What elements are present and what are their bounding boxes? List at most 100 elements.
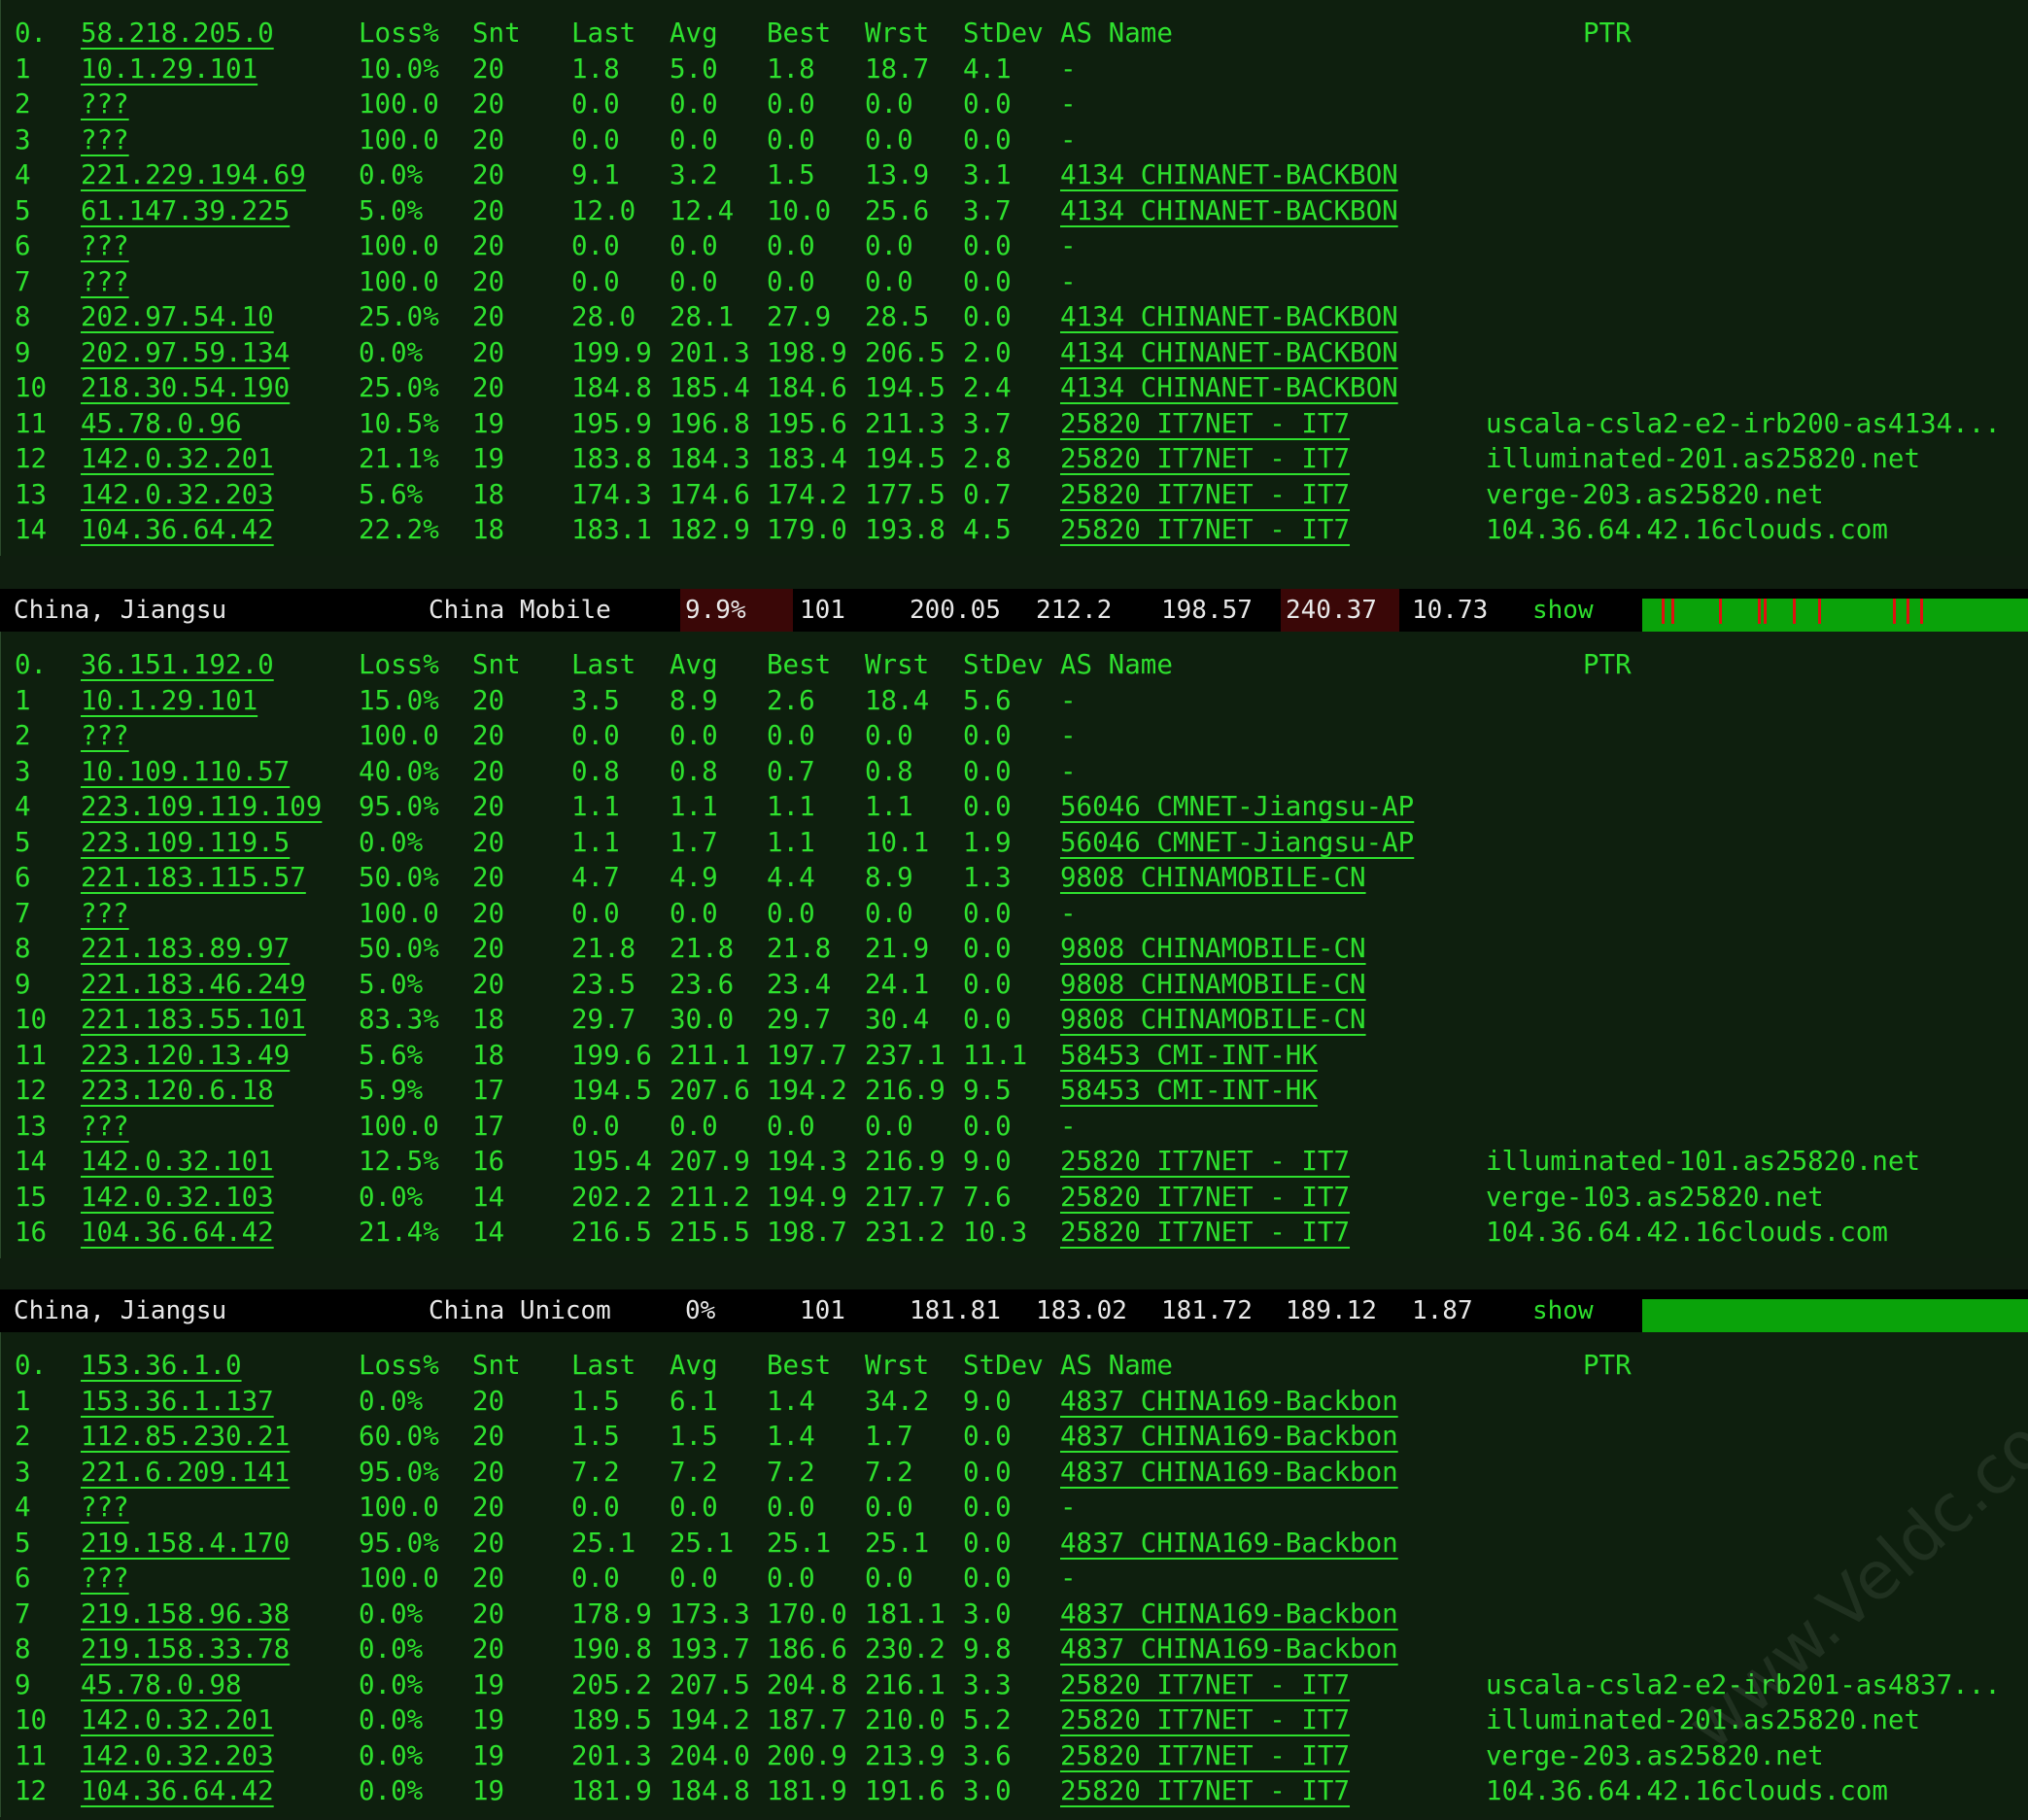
hop-as-name[interactable]: 4134 CHINANET-BACKBON [1060, 370, 1398, 406]
hop-ip-link[interactable]: 45.78.0.98 [81, 1667, 242, 1703]
hop-wrst: 230.2 [865, 1633, 945, 1665]
hop-ip-link[interactable]: 153.36.1.0 [81, 1348, 242, 1384]
hop-as-name[interactable]: 9808 CHINAMOBILE-CN [1060, 967, 1366, 1003]
hop-ip-link[interactable]: 45.78.0.96 [81, 406, 242, 442]
hop-ip-link[interactable]: 221.183.46.249 [81, 967, 306, 1003]
hop-ip-link[interactable]: 58.218.205.0 [81, 16, 274, 52]
hop-ip-link[interactable]: ??? [81, 264, 129, 300]
hop-as-name[interactable]: 25820 IT7NET - IT7 [1060, 1180, 1350, 1216]
hop-ip-link[interactable]: 104.36.64.42 [81, 1215, 274, 1251]
hop-ip-link[interactable]: 142.0.32.101 [81, 1144, 274, 1180]
hop-ip-link[interactable]: 221.183.115.57 [81, 860, 306, 896]
hop-ip-link[interactable]: 10.1.29.101 [81, 683, 258, 719]
show-button[interactable]: show [1532, 589, 1594, 632]
hop-ip-link[interactable]: ??? [81, 1490, 129, 1526]
hop-as-name[interactable]: 4837 CHINA169-Backbon [1060, 1419, 1398, 1455]
hop-ip-link[interactable]: ??? [81, 228, 129, 264]
hop-as-name[interactable]: 4134 CHINANET-BACKBON [1060, 193, 1398, 229]
hop-ip-link[interactable]: 61.147.39.225 [81, 193, 290, 229]
hop-row: 12 142.0.32.201 21.1% 19 183.8 184.3 183.4 194.… [1, 441, 2028, 477]
hop-loss: 100.0 [359, 265, 439, 297]
packet-loss-marker [1793, 599, 1796, 624]
hop-as-name[interactable]: 4837 CHINA169-Backbon [1060, 1526, 1398, 1562]
hop-as-name[interactable]: 56046 CMNET-Jiangsu-AP [1060, 789, 1414, 825]
hop-ip-link[interactable]: 202.97.54.10 [81, 299, 274, 335]
hop-index: 4 [15, 791, 31, 822]
hop-as-name[interactable]: 25820 IT7NET - IT7 [1060, 441, 1350, 477]
hop-stdev: 0.0 [963, 791, 1012, 822]
hop-index: 3 [15, 123, 31, 155]
hop-best: 1.4 [767, 1421, 815, 1452]
hop-as-name[interactable]: 25820 IT7NET - IT7 [1060, 477, 1350, 513]
hop-as-name[interactable]: 4837 CHINA169-Backbon [1060, 1455, 1398, 1491]
hop-ip-link[interactable]: 142.0.32.103 [81, 1180, 274, 1216]
hop-best: 179.0 [767, 514, 847, 545]
hop-ip-link[interactable]: ??? [81, 86, 129, 122]
hop-ip-link[interactable]: 104.36.64.42 [81, 1773, 274, 1809]
hop-ip-link[interactable]: 223.109.119.109 [81, 789, 322, 825]
hop-ip-link[interactable]: 218.30.54.190 [81, 370, 290, 406]
hop-as-name[interactable]: 25820 IT7NET - IT7 [1060, 1702, 1350, 1738]
show-button[interactable]: show [1532, 1289, 1594, 1332]
hop-ip-link[interactable]: 219.158.96.38 [81, 1597, 290, 1632]
hop-ip-link[interactable]: 142.0.32.203 [81, 477, 274, 513]
hop-wrst: 194.5 [865, 372, 945, 403]
hop-ip-link[interactable]: 221.183.55.101 [81, 1002, 306, 1038]
column-header-ptr: PTR [1583, 649, 1632, 680]
hop-avg: 1.7 [670, 826, 718, 858]
hop-ip-link[interactable]: 221.6.209.141 [81, 1455, 290, 1491]
hop-ip-link[interactable]: 104.36.64.42 [81, 512, 274, 548]
hop-ip-link[interactable]: 223.120.6.18 [81, 1073, 274, 1109]
hop-as-name[interactable]: 9808 CHINAMOBILE-CN [1060, 860, 1366, 896]
hop-as-name[interactable]: 25820 IT7NET - IT7 [1060, 512, 1350, 548]
hop-as-name[interactable]: 58453 CMI-INT-HK [1060, 1038, 1318, 1074]
hop-ip-link[interactable]: 219.158.33.78 [81, 1631, 290, 1667]
hop-ip-link[interactable]: ??? [81, 718, 129, 754]
hop-as-name[interactable]: 4837 CHINA169-Backbon [1060, 1597, 1398, 1632]
hop-ip-link[interactable]: 10.1.29.101 [81, 52, 258, 87]
hop-ip-link[interactable]: 36.151.192.0 [81, 647, 274, 683]
hop-ip-link[interactable]: 219.158.4.170 [81, 1526, 290, 1562]
hop-as-name[interactable]: 4837 CHINA169-Backbon [1060, 1631, 1398, 1667]
hop-as-name[interactable]: 25820 IT7NET - IT7 [1060, 1215, 1350, 1251]
hop-as-name[interactable]: 9808 CHINAMOBILE-CN [1060, 931, 1366, 967]
hop-ip-link[interactable]: 202.97.59.134 [81, 335, 290, 371]
hop-as-name[interactable]: 56046 CMNET-Jiangsu-AP [1060, 825, 1414, 861]
hop-as-name[interactable]: 25820 IT7NET - IT7 [1060, 406, 1350, 442]
hop-as-name[interactable]: 9808 CHINAMOBILE-CN [1060, 1002, 1366, 1038]
hop-ip-link[interactable]: 142.0.32.203 [81, 1738, 274, 1774]
hop-best: 23.4 [767, 968, 832, 1000]
hop-loss: 0.0% [359, 1739, 424, 1771]
hop-ip-link[interactable]: 221.183.89.97 [81, 931, 290, 967]
hop-as-name[interactable]: 4134 CHINANET-BACKBON [1060, 335, 1398, 371]
hop-ip-link[interactable]: ??? [81, 896, 129, 932]
hop-ip-link[interactable]: 142.0.32.201 [81, 1702, 274, 1738]
hop-stdev: 3.7 [963, 407, 1012, 439]
hop-as-name[interactable]: 25820 IT7NET - IT7 [1060, 1144, 1350, 1180]
hop-as-name[interactable]: 4134 CHINANET-BACKBON [1060, 157, 1398, 193]
hop-ip-link[interactable]: 221.229.194.69 [81, 157, 306, 193]
hop-avg: 0.0 [670, 1110, 718, 1142]
hop-ip-link[interactable]: 142.0.32.201 [81, 441, 274, 477]
hop-as-name[interactable]: 25820 IT7NET - IT7 [1060, 1667, 1350, 1703]
hop-row: 1 10.1.29.101 15.0% 20 3.5 8.9 2.6 18.4 5.6 - [1, 683, 2028, 719]
hop-loss: 15.0% [359, 684, 439, 716]
hop-avg: 182.9 [670, 514, 750, 545]
hop-as-name[interactable]: 4837 CHINA169-Backbon [1060, 1384, 1398, 1420]
hop-ip-link[interactable]: 10.109.110.57 [81, 754, 290, 790]
hop-ip-link[interactable]: 223.109.119.5 [81, 825, 290, 861]
hop-index: 8 [15, 301, 31, 332]
hop-as-name[interactable]: 25820 IT7NET - IT7 [1060, 1773, 1350, 1809]
hop-ip-link[interactable]: ??? [81, 122, 129, 158]
hop-as-name[interactable]: 4134 CHINANET-BACKBON [1060, 299, 1398, 335]
hop-as-name[interactable]: 58453 CMI-INT-HK [1060, 1073, 1318, 1109]
hop-ip-link[interactable]: 153.36.1.137 [81, 1384, 274, 1420]
hop-loss: 50.0% [359, 862, 439, 893]
hop-ip-link[interactable]: ??? [81, 1109, 129, 1145]
hop-index: 4 [15, 1492, 31, 1523]
hop-stdev: 9.0 [963, 1385, 1012, 1417]
hop-as-name[interactable]: 25820 IT7NET - IT7 [1060, 1738, 1350, 1774]
hop-ip-link[interactable]: 223.120.13.49 [81, 1038, 290, 1074]
hop-ip-link[interactable]: ??? [81, 1561, 129, 1597]
hop-ip-link[interactable]: 112.85.230.21 [81, 1419, 290, 1455]
